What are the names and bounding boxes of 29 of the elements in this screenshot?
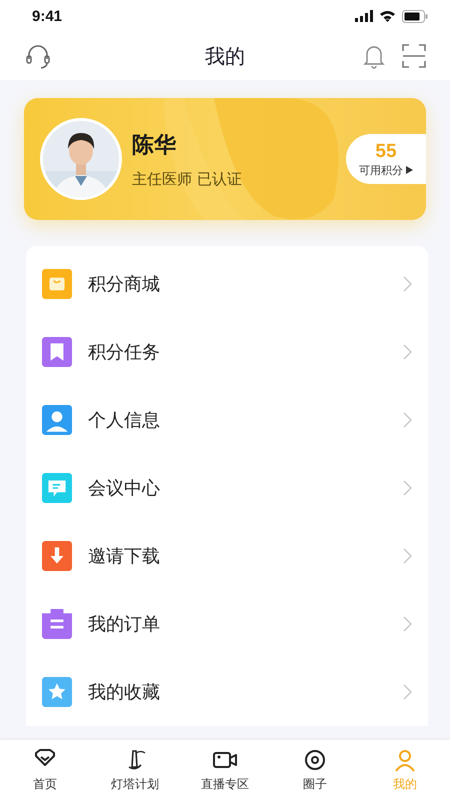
chevron-right-icon [403, 480, 412, 496]
page-title: 我的 [204, 42, 246, 70]
menu-item[interactable]: 积分任务 [26, 318, 428, 386]
menu-item[interactable]: 会议中心 [26, 454, 428, 522]
tab[interactable]: 圈子 [270, 740, 360, 800]
menu-item[interactable]: 邀请下载 [26, 522, 428, 590]
wifi-icon [379, 10, 396, 22]
chevron-right-icon [403, 684, 412, 700]
chevron-right-icon [403, 276, 412, 292]
tab[interactable]: 首页 [0, 740, 90, 800]
user-title: 主任医师 已认证 [132, 170, 242, 188]
chevron-right-icon [403, 344, 412, 360]
chevron-right-icon [403, 412, 412, 428]
battery-icon [402, 10, 428, 22]
menu-item[interactable]: 个人信息 [26, 386, 428, 454]
user-name: 陈华 [132, 132, 177, 160]
chevron-right-icon [403, 548, 412, 564]
tab[interactable]: 直播专区 [180, 740, 270, 800]
points-badge[interactable]: 55 可用积分 [346, 134, 426, 184]
clock-time: 9:41 [32, 8, 62, 24]
menu-item[interactable]: 我的收藏 [26, 658, 428, 726]
chevron-right-icon [403, 616, 412, 632]
signal-icon [355, 10, 373, 22]
headset-icon[interactable] [24, 42, 52, 70]
tab[interactable]: 灯塔计划 [90, 740, 180, 800]
scan-icon[interactable] [402, 44, 426, 68]
menu-item[interactable]: 积分商城 [26, 250, 428, 318]
menu-item[interactable]: 我的订单 [26, 590, 428, 658]
play-icon [406, 166, 413, 174]
